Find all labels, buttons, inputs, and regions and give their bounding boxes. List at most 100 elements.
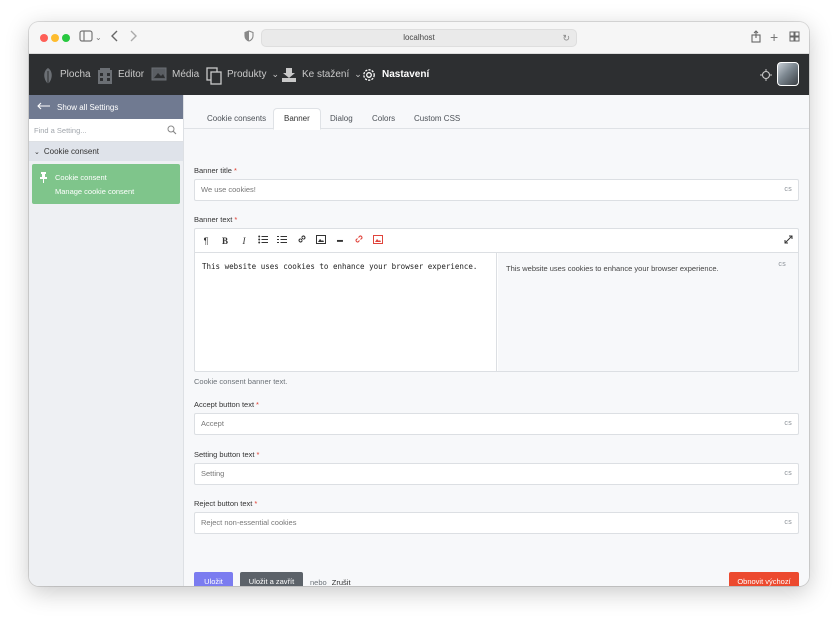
banner-title-field: cs [194, 179, 799, 201]
gear-icon [361, 67, 377, 83]
avatar[interactable] [777, 62, 799, 86]
accept-text-label: Accept button text * [194, 400, 259, 409]
unlink-icon[interactable] [352, 234, 366, 248]
building-icon [97, 67, 113, 84]
language-badge: cs [784, 186, 792, 193]
sidebar-toggle-icon[interactable] [79, 30, 93, 46]
nav-item-plocha[interactable]: Plocha [41, 54, 91, 95]
nav-item-ke-stazeni[interactable]: Ke stažení ⌄ [281, 54, 362, 95]
tab-overview-icon[interactable] [789, 30, 800, 46]
back-arrow-icon[interactable] [111, 30, 119, 46]
settings-content: Cookie consents Banner Dialog Colors Cus… [184, 95, 809, 586]
language-badge: cs [784, 519, 792, 526]
nav-item-label: Editor [118, 69, 145, 80]
tab-colors[interactable]: Colors [362, 109, 405, 129]
required-marker: * [234, 215, 238, 224]
language-badge: cs [784, 420, 792, 427]
required-marker: * [256, 400, 259, 409]
browser-toolbar: ⌄ localhost ↻ + [29, 22, 809, 54]
forward-arrow-icon[interactable] [129, 30, 137, 46]
shield-icon[interactable] [244, 30, 254, 46]
browser-window: ⌄ localhost ↻ + Plocha Editor Média Prod… [29, 22, 809, 586]
banner-text-label: Banner text * [194, 215, 238, 224]
tab-cookie-consents[interactable]: Cookie consents [197, 109, 276, 129]
required-marker: * [254, 499, 258, 508]
required-marker: * [256, 450, 260, 459]
leaf-icon [41, 67, 55, 84]
image-icon[interactable] [314, 234, 328, 248]
main-navigation: Plocha Editor Média Produkty ⌄ Ke stažen… [29, 54, 809, 95]
banner-text-source[interactable]: This website uses cookies to enhance you… [195, 253, 497, 371]
cancel-link[interactable]: Zrušit [332, 578, 351, 586]
crosshair-icon[interactable] [760, 68, 772, 92]
show-all-label: Show all Settings [57, 102, 119, 112]
copy-icon [206, 66, 222, 85]
sidebar-item-title: Cookie consent [55, 173, 107, 182]
url-bar[interactable]: localhost ↻ [261, 29, 577, 47]
new-tab-icon[interactable]: + [770, 29, 778, 45]
fullscreen-icon[interactable] [781, 234, 795, 248]
image-icon [151, 67, 167, 83]
italic-icon[interactable]: I [237, 234, 251, 248]
search-icon[interactable] [167, 125, 177, 137]
nav-item-label: Média [172, 69, 200, 80]
editor-toolbar: ¶ B I ━ [195, 229, 798, 253]
language-badge: cs [784, 470, 792, 477]
bullet-list-icon[interactable] [256, 234, 270, 248]
sidebar-item-subtitle: Manage cookie consent [55, 187, 135, 196]
accept-text-input[interactable] [201, 419, 761, 428]
numbered-list-icon[interactable] [275, 234, 289, 248]
reject-text-input[interactable] [201, 518, 761, 527]
save-button[interactable]: Uložit [194, 572, 233, 586]
chevron-down-icon: ⌄ [34, 148, 40, 156]
chevron-down-icon[interactable]: ⌄ [95, 30, 102, 46]
sidebar-section-label: Cookie consent [43, 147, 100, 156]
nav-item-label: Produkty [227, 69, 267, 80]
setting-text-field: cs [194, 463, 799, 485]
chevron-down-icon: ⌄ [271, 69, 280, 79]
sidebar-item-cookie-consent[interactable]: Cookie consent Manage cookie consent [32, 164, 180, 204]
maximize-window-button[interactable] [62, 34, 70, 42]
setting-search [29, 119, 183, 142]
nav-item-label: Plocha [60, 69, 91, 80]
preview-text: This website uses cookies to enhance you… [506, 264, 719, 273]
share-icon[interactable] [751, 30, 761, 46]
banner-title-input[interactable] [201, 185, 761, 194]
show-all-settings-link[interactable]: Show all Settings [29, 95, 183, 119]
minimize-window-button[interactable] [51, 34, 59, 42]
download-icon [281, 67, 297, 83]
reject-text-field: cs [194, 512, 799, 534]
or-separator: nebo Zrušit [310, 578, 351, 586]
setting-text-input[interactable] [201, 469, 761, 478]
nav-item-produkty[interactable]: Produkty ⌄ [206, 54, 279, 95]
tab-banner[interactable]: Banner [273, 108, 321, 130]
accept-text-field: cs [194, 413, 799, 435]
language-badge: cs [778, 261, 786, 268]
arrow-left-icon [37, 102, 51, 112]
pin-icon [39, 172, 48, 185]
close-window-button[interactable] [40, 34, 48, 42]
sidebar-section-cookie-consent[interactable]: ⌄ Cookie consent [29, 142, 183, 161]
required-marker: * [233, 166, 237, 175]
tab-custom-css[interactable]: Custom CSS [404, 109, 470, 129]
reload-icon[interactable]: ↻ [562, 30, 570, 46]
tab-dialog[interactable]: Dialog [320, 109, 363, 129]
banner-title-label: Banner title * [194, 166, 237, 175]
nav-item-nastaveni[interactable]: Nastavení [361, 54, 429, 95]
bold-icon[interactable]: B [218, 234, 232, 248]
url-text: localhost [403, 33, 435, 42]
remove-image-icon[interactable] [371, 234, 385, 248]
nav-item-editor[interactable]: Editor [97, 54, 144, 95]
nav-item-label: Nastavení [382, 69, 430, 80]
link-icon[interactable] [295, 234, 309, 248]
nav-item-media[interactable]: Média [151, 54, 199, 95]
paragraph-icon[interactable]: ¶ [199, 234, 213, 248]
reset-defaults-button[interactable]: Obnovit výchozí [729, 572, 799, 586]
nav-item-label: Ke stažení [302, 69, 350, 80]
setting-search-input[interactable] [34, 125, 154, 135]
banner-text-preview: This website uses cookies to enhance you… [498, 253, 798, 371]
reject-text-label: Reject button text * [194, 499, 258, 508]
banner-text-help: Cookie consent banner text. [194, 377, 288, 386]
horizontal-rule-icon[interactable]: ━ [333, 234, 347, 248]
save-and-close-button[interactable]: Uložit a zavřít [240, 572, 303, 586]
